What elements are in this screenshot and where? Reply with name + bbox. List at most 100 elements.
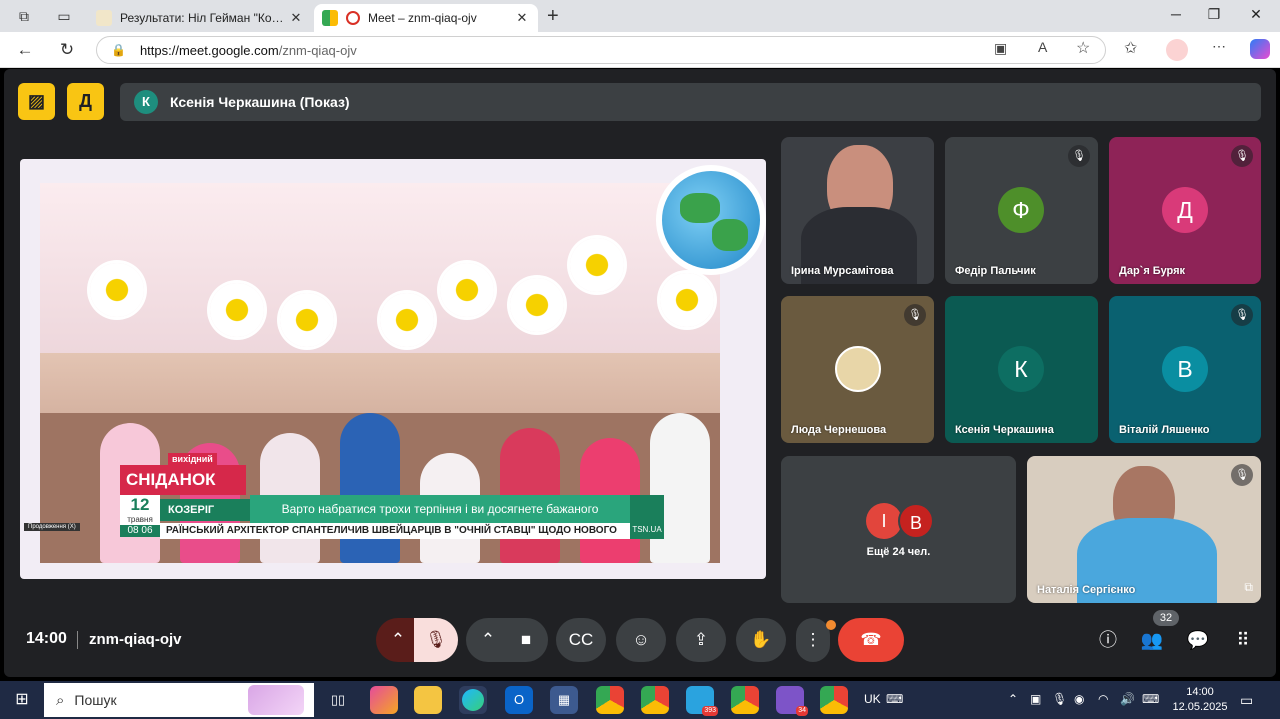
search-highlight-image [248,685,304,715]
present-button[interactable]: ⇪ [676,618,726,662]
copilot-icon[interactable] [1250,39,1270,59]
participant-avatar [835,346,881,392]
back-icon[interactable]: ← [14,39,36,61]
participant-tile[interactable]: В 🎙 Віталій Ляшенко [1109,296,1261,443]
others-tile[interactable]: І В Ещё 24 чел. [781,456,1016,603]
keyboard-icon[interactable]: ⌨ [886,692,903,706]
windows-start-icon[interactable]: ⊞ [12,690,32,710]
profile-icon[interactable] [1166,39,1188,61]
copilot-app-icon[interactable] [370,686,398,714]
url-host: https://meet.google.com [139,42,279,58]
participant-tile[interactable]: Ірина Мурсамітова [781,137,934,284]
viber-icon[interactable]: 34 [776,686,808,716]
favorites-bar-icon[interactable]: ✩ [1124,38,1137,58]
taskbar-search[interactable]: ⌕ Пошук [44,683,314,717]
meeting-code: znm-qiaq-ojv [89,631,182,648]
chrome-profile-icon[interactable] [820,686,848,714]
system-clock[interactable]: 14:00 12.05.2025 [1172,685,1228,715]
people-icon[interactable]: 👥 [1140,628,1164,652]
file-explorer-icon[interactable] [414,686,442,714]
chrome-profile-icon[interactable] [731,686,759,714]
meet-icon [322,10,338,26]
tab-title: Результати: Ніл Гейман "Коралін" [120,11,288,25]
url-path: /znm-qiaq-ojv [278,42,357,58]
chrome-icon[interactable] [596,686,624,714]
recording-icon [346,11,360,25]
chat-icon[interactable]: 💬 [1186,628,1210,652]
notifications-icon[interactable]: ▭ [1240,692,1253,709]
channel-logo: TSN.UA [630,495,664,539]
mic-toggle-button[interactable]: 🎙 [414,618,458,662]
hide-presentation-icon[interactable]: ▨ [18,83,55,120]
captions-button[interactable]: CC [556,618,606,662]
refresh-icon[interactable]: ↻ [56,39,78,61]
document-icon [96,10,112,26]
store-icon[interactable]: ▦ [550,686,578,714]
layout-icon[interactable]: Д [67,83,104,120]
clock-time: 14:00 [1186,686,1214,698]
participant-avatar: В [1162,346,1208,392]
raise-hand-button[interactable]: ✋ [736,618,786,662]
close-tab-icon[interactable]: ✕ [288,10,304,26]
maximize-icon[interactable]: ❐ [1204,6,1224,23]
participant-tile[interactable]: К Ксенія Черкашина [945,296,1098,443]
news-logo: вихіднийСНІДАНОК 1+1 [120,453,246,519]
participant-tile[interactable]: 🎙 Люда Чернешова [781,296,934,443]
volume-icon[interactable]: 🔊 [1120,692,1135,706]
telegram-icon[interactable]: 393 [686,686,718,716]
task-view-icon[interactable]: ▯▯ [324,686,352,714]
new-tab-button[interactable]: + [547,5,559,28]
tab-actions-icon[interactable]: ▭ [54,6,74,26]
more-options-button[interactable]: ⋮ [796,618,830,662]
url-field[interactable]: 🔒 https://meet.google.com /znm-qiaq-ojv [96,36,1106,64]
leave-call-button[interactable]: ☎ [838,618,904,662]
meet-window: ▨ Д К Ксенія Черкашина (Показ) вихідний … [4,69,1276,677]
participant-name: Люда Чернешова [791,424,887,436]
tray-chevron-icon[interactable]: ⌃ [1008,692,1018,706]
viber-badge: 34 [796,706,808,716]
news-date: 12 травня 08 06 [120,495,160,537]
workspaces-icon[interactable]: ⧉ [14,6,34,26]
more-icon[interactable]: ⋯ [1212,38,1226,55]
close-window-icon[interactable]: ✕ [1246,6,1266,23]
edge-icon[interactable] [459,686,487,714]
participant-name: Дар`я Буряк [1119,265,1186,277]
zodiac-sign: КОЗЕРІГ [160,499,250,521]
emoji-button[interactable]: ☺ [616,618,666,662]
favorite-icon[interactable]: ☆ [1076,38,1090,58]
participant-tile[interactable]: Д 🎙 Дар`я Буряк [1109,137,1261,284]
tray-app-icon[interactable]: ▣ [1030,692,1041,706]
activities-icon[interactable]: ⠿ [1231,628,1255,652]
read-aloud-icon[interactable]: A [1038,39,1047,55]
keyboard-layout-icon[interactable]: ⌨ [1142,692,1159,706]
participant-name: Федір Пальчик [955,265,1036,277]
horoscope-quote: Варто набратися трохи терпіння і ви дося… [250,495,630,523]
chrome-profile-icon[interactable] [641,686,669,714]
close-tab-icon[interactable]: ✕ [514,10,530,26]
language-indicator[interactable]: UK [864,692,881,706]
tab-meet[interactable]: Meet – znm-qiaq-ojv ✕ [314,4,538,32]
pip-icon[interactable]: ⧉ [1244,580,1253,595]
presenter-avatar: К [134,90,158,114]
minimize-icon[interactable]: ─ [1166,6,1186,22]
microphone-icon[interactable]: 🎙 [1052,692,1067,706]
browser-tab-bar: ⧉ ▭ Результати: Ніл Гейман "Коралін" ✕ M… [0,0,1280,32]
news-overlay: вихіднийСНІДАНОК 1+1 12 травня 08 06 КОЗ… [120,453,664,545]
meeting-time: 14:00 [26,630,67,647]
search-icon: ⌕ [56,691,65,709]
others-count: Ещё 24 чел. [866,546,931,558]
info-icon[interactable]: ⓘ [1096,628,1120,652]
participant-tile[interactable]: 🎙 ⧉ Наталія Сергієнко [1027,456,1261,603]
presentation-view: вихіднийСНІДАНОК 1+1 12 травня 08 06 КОЗ… [20,159,766,579]
address-bar-row: ← ↻ 🔒 https://meet.google.com /znm-qiaq-… [0,32,1280,68]
outlook-icon[interactable]: O [505,686,533,714]
camera-icon[interactable]: ▣ [994,40,1007,57]
wifi-icon[interactable]: ◠ [1098,692,1108,706]
camera-toggle-button[interactable]: ■ [504,618,548,662]
participant-avatar: І [866,503,902,539]
taskbar: ⊞ ⌕ Пошук ▯▯ O ▦ 393 34 UK ⌨ ⌃ ▣ 🎙 ◉ ◠ 🔊… [0,681,1280,719]
participant-tile[interactable]: Ф 🎙 Федір Пальчик [945,137,1098,284]
tab-results[interactable]: Результати: Ніл Гейман "Коралін" ✕ [88,4,312,32]
telegram-badge: 393 [702,706,718,716]
location-icon[interactable]: ◉ [1074,692,1084,706]
